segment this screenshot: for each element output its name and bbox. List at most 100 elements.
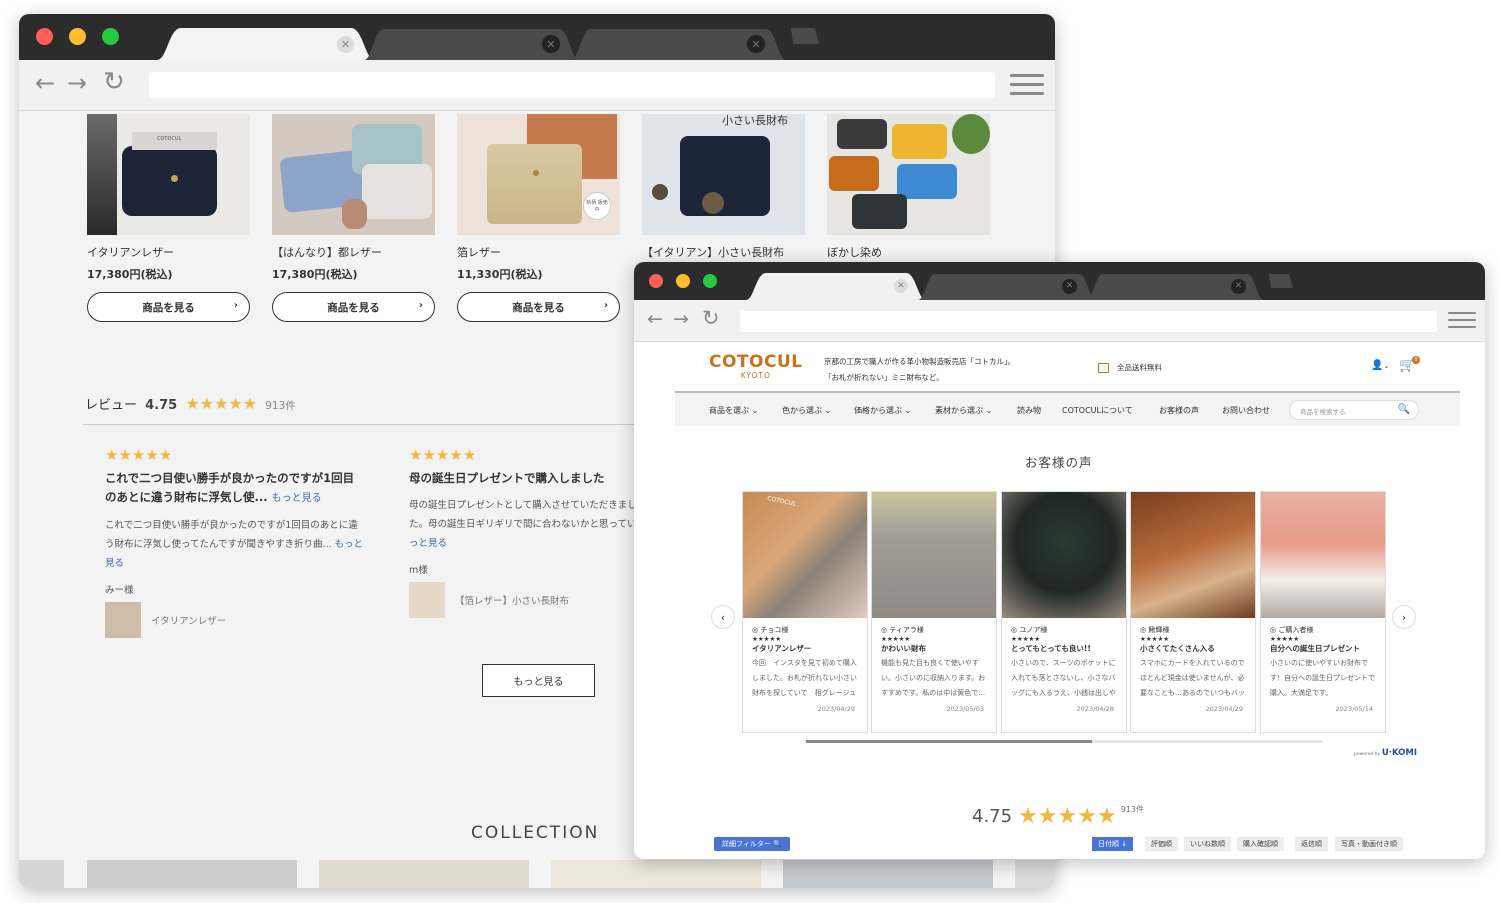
product-card[interactable]: ぼかし染め: [827, 114, 990, 260]
tab-active[interactable]: ✕: [746, 273, 926, 300]
carousel-scrollbar[interactable]: [806, 740, 1322, 743]
tab-2[interactable]: ✕: [918, 274, 1096, 300]
reload-icon[interactable]: ↻: [702, 306, 720, 330]
menu-item-reading[interactable]: 読み物: [1017, 405, 1041, 416]
site-tagline: 京都の工房で職人が作る革小物製造販売店「コトカル」。 「お札が折れない」ミニ財布…: [824, 357, 1016, 382]
tab-2[interactable]: ✕: [364, 29, 579, 60]
menu-item-products[interactable]: 商品を選ぶ ⌄: [709, 405, 758, 416]
product-card[interactable]: 小さい長財布 【イタリアン】小さい長財布: [642, 114, 805, 260]
site-logo[interactable]: COTOCUL KYOTO: [709, 352, 803, 380]
forward-icon[interactable]: →: [67, 69, 87, 97]
product-thumbnail[interactable]: [409, 582, 445, 618]
review-photo[interactable]: [1002, 492, 1126, 618]
review-photo[interactable]: [872, 492, 996, 618]
product-thumbnail[interactable]: [105, 602, 141, 638]
collection-image[interactable]: [1015, 860, 1055, 888]
view-product-button[interactable]: 商品を見る ›: [87, 292, 250, 322]
review-card[interactable]: ◎ 鰍輝様 ★★★★★ 小さくてたくさん入る スマホにカードを入れているのでほと…: [1130, 491, 1256, 733]
tab-3[interactable]: ✕: [1086, 274, 1264, 300]
minimize-window-button[interactable]: [676, 274, 690, 288]
collection-image[interactable]: [551, 860, 761, 888]
review-count: 913件: [1120, 805, 1144, 814]
show-more-reviews-button[interactable]: もっと見る: [482, 664, 595, 697]
product-name: 【イタリアン】小さい長財布: [642, 246, 785, 259]
close-tab-icon[interactable]: ✕: [1062, 279, 1077, 294]
product-name: 【はんなり】都レザー: [272, 246, 382, 259]
sort-by-verified-button[interactable]: 購入確認順: [1237, 837, 1284, 851]
detail-filter-button[interactable]: 詳細フィルター 🔍: [714, 837, 790, 851]
scrollbar-thumb[interactable]: [806, 740, 1092, 743]
divider: [83, 424, 673, 425]
search-input[interactable]: 商品を検索する 🔍: [1289, 400, 1419, 420]
close-tab-icon[interactable]: ✕: [337, 36, 354, 53]
review-card[interactable]: ◎ ユノア様 ★★★★★ とってもとっても良い!! 小さいので、スーツのポケット…: [1001, 491, 1127, 733]
collection-image[interactable]: [319, 860, 529, 888]
read-more-link[interactable]: っと見る: [409, 538, 447, 549]
view-product-button[interactable]: 商品を見る ›: [272, 292, 435, 322]
menu-item-voice[interactable]: お客様の声: [1159, 405, 1199, 416]
minimize-window-button[interactable]: [69, 28, 86, 45]
new-tab-button[interactable]: [1269, 274, 1295, 294]
review-product[interactable]: 【箔レザー】小さい長財布: [409, 582, 639, 618]
tab-3[interactable]: ✕: [571, 29, 786, 60]
close-tab-icon[interactable]: ✕: [542, 35, 560, 53]
forward-icon[interactable]: →: [673, 308, 689, 330]
product-image[interactable]: 小さい長財布: [642, 114, 805, 235]
maximize-window-button[interactable]: [703, 274, 717, 288]
account-icon[interactable]: 👤⌄: [1371, 360, 1389, 371]
close-tab-icon[interactable]: ✕: [1231, 279, 1246, 294]
brand-label: COTOCUL: [157, 136, 182, 142]
review-card[interactable]: ◎ ティアラ様 ★★★★★ かわいい財布 機能も見た目も良くて使いやすい。小さい…: [871, 491, 997, 733]
review-card: ★★★★★ これで二つ目使い勝手が良かったのですが1回目のあとに違う財布に浮気し…: [105, 446, 365, 638]
product-image[interactable]: [827, 114, 990, 235]
menu-item-material[interactable]: 素材から選ぶ ⌄: [935, 405, 992, 416]
maximize-window-button[interactable]: [102, 28, 119, 45]
product-card[interactable]: COTOCUL イタリアンレザー 17,380円(税込) 商品を見る ›: [87, 114, 250, 322]
review-card[interactable]: COTOCUL ◎ チョコ様 ★★★★★ イタリアンレザー 今回 インスタを見て…: [742, 491, 868, 733]
product-image[interactable]: 新柄 販売中: [457, 114, 620, 235]
review-photo[interactable]: [1261, 492, 1385, 618]
review-photo[interactable]: [1131, 492, 1255, 618]
sort-by-date-button[interactable]: 日付順 ↓: [1092, 837, 1134, 851]
carousel-prev-button[interactable]: ‹: [711, 605, 735, 629]
close-tab-icon[interactable]: ✕: [747, 35, 765, 53]
product-card[interactable]: 新柄 販売中 箔レザー 11,330円(税込) 商品を見る ›: [457, 114, 620, 322]
address-bar[interactable]: [740, 311, 1437, 332]
collection-image[interactable]: [783, 860, 993, 888]
review-date: 2023/05/14: [1335, 705, 1373, 713]
menu-item-contact[interactable]: お問い合わせ: [1222, 405, 1270, 416]
product-image[interactable]: [272, 114, 435, 235]
reload-icon[interactable]: ↻: [103, 67, 125, 97]
main-menu: 商品を選ぶ ⌄ 色から選ぶ ⌄ 価格から選ぶ ⌄ 素材から選ぶ ⌄ 読み物 CO…: [675, 391, 1460, 426]
new-tab-button[interactable]: [791, 28, 821, 52]
sort-by-rating-button[interactable]: 評価順: [1145, 837, 1178, 851]
menu-icon[interactable]: [1010, 74, 1044, 95]
powered-by-logo: powered by U·KOMI: [1354, 748, 1418, 758]
collection-image[interactable]: [19, 860, 64, 888]
review-product[interactable]: イタリアンレザー: [105, 602, 365, 638]
product-card[interactable]: 【はんなり】都レザー 17,380円(税込) 商品を見る ›: [272, 114, 435, 322]
read-more-link[interactable]: もっと見る: [272, 493, 322, 504]
close-window-button[interactable]: [36, 28, 53, 45]
sort-by-replies-button[interactable]: 返信順: [1295, 837, 1328, 851]
sort-by-media-button[interactable]: 写真・動画付き順: [1335, 837, 1403, 851]
collection-image[interactable]: [87, 860, 297, 888]
back-icon[interactable]: ←: [647, 308, 663, 330]
search-icon[interactable]: 🔍: [1398, 404, 1410, 415]
back-icon[interactable]: ←: [35, 69, 55, 97]
address-bar[interactable]: [149, 72, 995, 98]
tab-active[interactable]: ✕: [157, 28, 375, 60]
menu-item-price[interactable]: 価格から選ぶ ⌄: [854, 405, 911, 416]
review-photo[interactable]: COTOCUL: [743, 492, 867, 618]
menu-icon[interactable]: [1448, 312, 1476, 328]
carousel-next-button[interactable]: ›: [1392, 605, 1416, 629]
close-tab-icon[interactable]: ✕: [894, 279, 908, 293]
review-card[interactable]: ◎ ご購入者様 ★★★★★ 自分への誕生日プレゼント 小さいのに使いやすいお財布…: [1260, 491, 1386, 733]
menu-item-colors[interactable]: 色から選ぶ ⌄: [782, 405, 831, 416]
close-window-button[interactable]: [649, 274, 663, 288]
view-product-button[interactable]: 商品を見る ›: [457, 292, 620, 322]
review-date: 2023/04/28: [1076, 705, 1114, 713]
menu-item-about[interactable]: COTOCULについて: [1062, 405, 1133, 416]
sort-by-likes-button[interactable]: いいね数順: [1184, 837, 1231, 851]
product-image[interactable]: COTOCUL: [87, 114, 250, 235]
